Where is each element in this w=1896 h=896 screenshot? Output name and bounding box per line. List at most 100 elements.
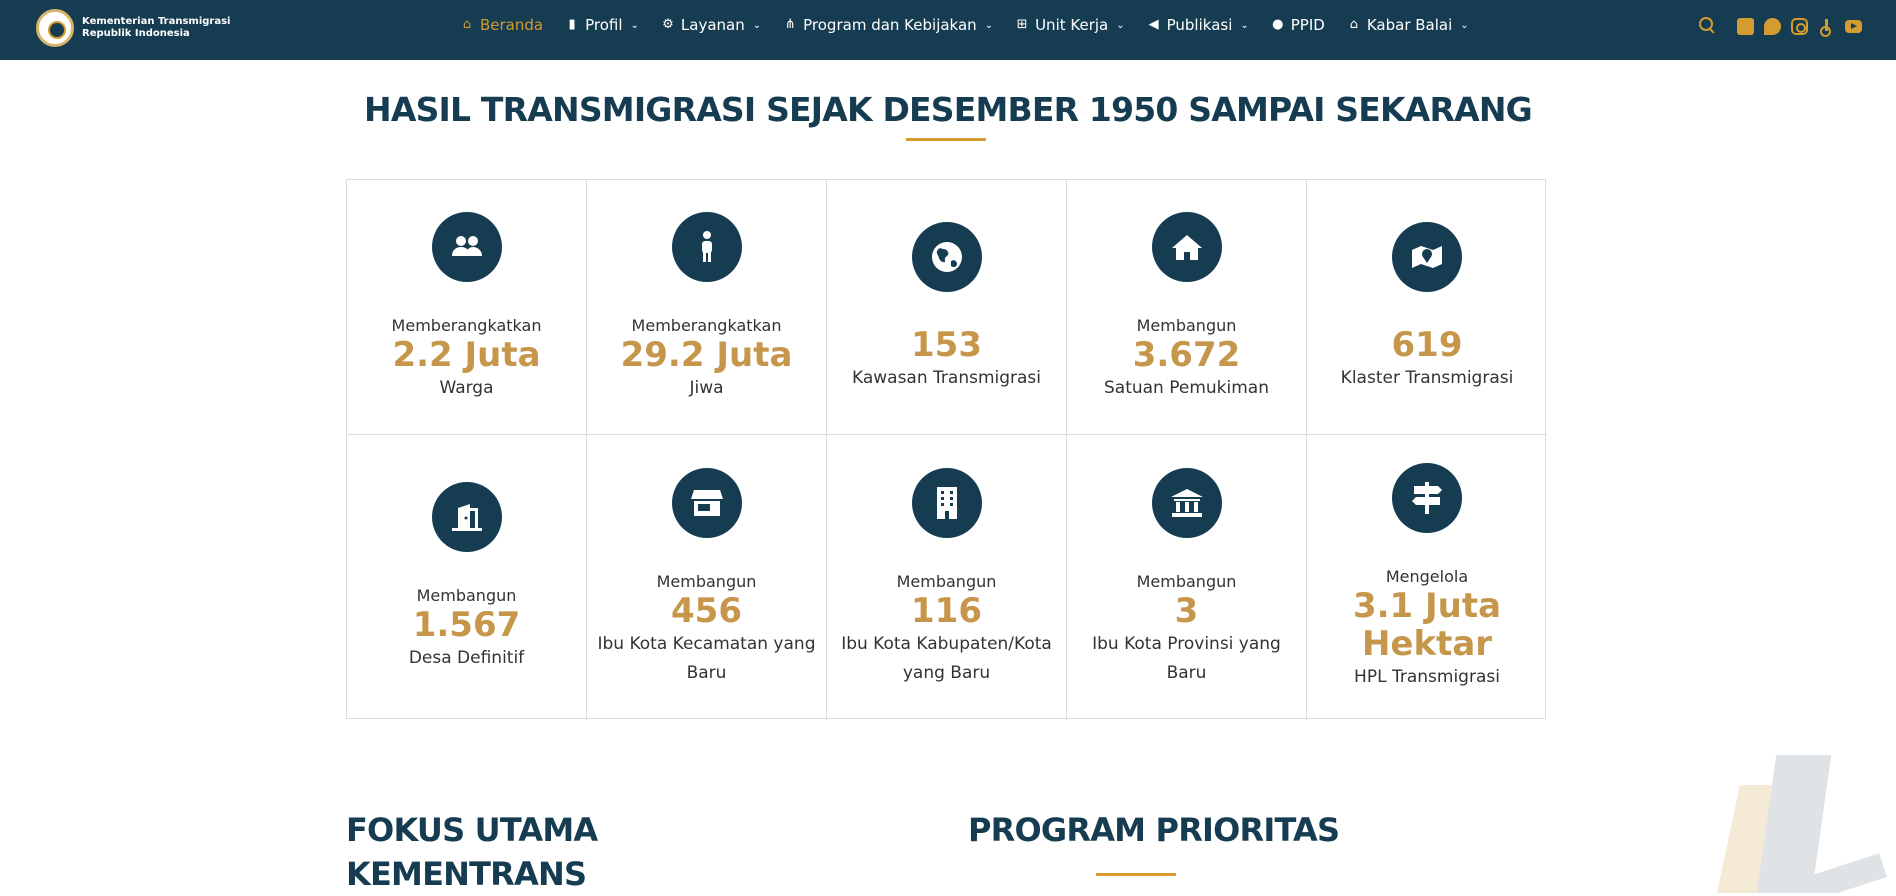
person-icon: [671, 211, 742, 282]
landmark-icon: [1151, 467, 1222, 538]
chevron-down-icon: ⌄: [630, 19, 639, 31]
stat-card: Membangun 1.567 Desa Definitif: [347, 435, 587, 720]
program-underline: [1096, 873, 1176, 876]
twitter-icon[interactable]: [1764, 18, 1781, 35]
stat-label: Jiwa: [689, 377, 724, 398]
store-icon: [671, 467, 742, 538]
nav-item-publikasi[interactable]: ◀ Publikasi ⌄: [1147, 16, 1249, 34]
youtube-icon[interactable]: [1845, 20, 1862, 33]
tiktok-icon[interactable]: [1818, 18, 1835, 37]
stat-card: 153 Kawasan Transmigrasi: [827, 180, 1067, 435]
stat-prefix: Membangun: [656, 571, 757, 591]
brand-line-2: Republik Indonesia: [82, 28, 190, 39]
stat-value: 3.1 Juta Hektar: [1352, 586, 1502, 664]
stat-value: 1.567: [412, 605, 521, 645]
stat-label: Warga: [439, 377, 494, 398]
stat-value: 619: [1391, 324, 1463, 365]
search-icon[interactable]: [1697, 15, 1717, 35]
stat-value: 3.672: [1132, 334, 1241, 375]
program-prioritas-heading: PROGRAM PRIORITAS: [968, 811, 1340, 849]
stat-prefix: Membangun: [1136, 315, 1237, 335]
nav-item-label: Program dan Kebijakan: [803, 16, 977, 34]
stat-label: Desa Definitif: [408, 648, 525, 668]
brand-name: Kementerian Transmigrasi Republik Indone…: [82, 16, 231, 40]
nav-item-program-kebijakan[interactable]: ⋔ Program dan Kebijakan ⌄: [783, 16, 993, 34]
network-icon: ⋔: [784, 17, 796, 32]
megaphone-icon: ◀: [1148, 17, 1159, 32]
ministry-logo-icon: [36, 9, 74, 47]
nav-item-unit-kerja[interactable]: ⊞ Unit Kerja ⌄: [1015, 16, 1125, 34]
nav-item-label: Publikasi: [1166, 16, 1233, 34]
top-navbar: Kementerian Transmigrasi Republik Indone…: [0, 0, 1896, 60]
stat-card: 619 Klaster Transmigrasi: [1307, 180, 1547, 435]
fokus-utama-heading: FOKUS UTAMA KEMENTRANS: [346, 808, 598, 896]
decorative-logo-watermark: [1690, 755, 1896, 893]
chevron-down-icon: ⌄: [752, 19, 762, 31]
stat-card: Memberangkatkan 29.2 Juta Jiwa: [587, 180, 827, 435]
stat-label: Ibu Kota Provinsi yang Baru: [1092, 633, 1281, 683]
stat-label: Ibu Kota Kabupaten/Kota yang Baru: [841, 633, 1052, 683]
nav-item-label: Unit Kerja: [1035, 16, 1109, 34]
stat-prefix: Membangun: [416, 586, 517, 605]
school-icon: ⌂: [1349, 17, 1358, 32]
stat-card: Membangun 3.672 Satuan Pemukiman: [1067, 180, 1307, 435]
stats-grid: Memberangkatkan 2.2 Juta Warga Memberang…: [346, 179, 1547, 720]
signpost-icon: [1392, 463, 1462, 533]
stat-prefix: Mengelola: [1385, 567, 1469, 586]
facebook-icon[interactable]: [1737, 18, 1754, 35]
nav-item-label: Beranda: [480, 16, 544, 34]
stat-card: Mengelola 3.1 Juta Hektar HPL Transmigra…: [1307, 435, 1547, 720]
fokus-line-2: KEMENTRANS: [346, 855, 587, 893]
stat-label: Satuan Pemukiman: [1103, 377, 1269, 398]
house-icon: [1151, 211, 1222, 282]
stat-label: Klaster Transmigrasi: [1340, 367, 1514, 388]
sitemap-icon: ⊞: [1016, 17, 1028, 32]
building-icon: ▮: [568, 17, 576, 32]
nav-item-label: Layanan: [680, 16, 745, 34]
brand-line-1: Kementerian Transmigrasi: [82, 16, 231, 27]
section-title: HASIL TRANSMIGRASI SEJAK DESEMBER 1950 S…: [364, 90, 1533, 129]
stat-card: Memberangkatkan 2.2 Juta Warga: [347, 180, 587, 435]
map-location-icon: [1392, 221, 1462, 292]
nav-item-label: Kabar Balai: [1366, 16, 1453, 34]
title-underline: [906, 138, 986, 141]
chevron-down-icon: ⌄: [1460, 19, 1469, 31]
stat-card: Membangun 456 Ibu Kota Kecamatan yang Ba…: [587, 435, 827, 720]
nav-item-kabar-balai[interactable]: ⌂ Kabar Balai ⌄: [1347, 16, 1469, 34]
nav-item-layanan[interactable]: ⚙ Layanan ⌄: [661, 16, 761, 34]
stat-prefix: Memberangkatkan: [391, 315, 542, 335]
stat-prefix: Membangun: [1136, 571, 1237, 591]
instagram-icon[interactable]: [1791, 18, 1808, 35]
door-open-icon: [431, 482, 502, 552]
nav-item-beranda[interactable]: ⌂ Beranda: [460, 16, 543, 34]
globe-icon: [911, 221, 982, 292]
stat-value: 29.2 Juta: [620, 334, 793, 375]
stat-prefix: Memberangkatkan: [631, 315, 782, 335]
stat-value: 3: [1174, 590, 1199, 631]
nav-item-ppid[interactable]: ● PPID: [1271, 16, 1325, 34]
user-gear-icon: ●: [1272, 17, 1284, 32]
stat-value: 456: [671, 590, 742, 631]
chevron-down-icon: ⌄: [1240, 19, 1249, 31]
social-links: [1737, 18, 1862, 37]
chevron-down-icon: ⌄: [1116, 19, 1125, 31]
users-icon: [431, 211, 502, 282]
stat-value: 2.2 Juta: [392, 334, 541, 375]
gear-icon: ⚙: [662, 17, 674, 32]
stat-value: 116: [911, 590, 982, 631]
nav-item-label: Profil: [585, 16, 623, 34]
brand-logo-link[interactable]: Kementerian Transmigrasi Republik Indone…: [36, 9, 231, 47]
nav-item-profil[interactable]: ▮ Profil ⌄: [565, 16, 639, 34]
stat-value: 153: [911, 324, 982, 365]
stat-label: Kawasan Transmigrasi: [851, 367, 1042, 388]
nav-item-label: PPID: [1290, 16, 1325, 34]
stat-card: Membangun 116 Ibu Kota Kabupaten/Kota ya…: [827, 435, 1067, 720]
stat-card: Membangun 3 Ibu Kota Provinsi yang Baru: [1067, 435, 1307, 720]
stat-label: Ibu Kota Kecamatan yang Baru: [597, 633, 816, 683]
main-menu: ⌂ Beranda ▮ Profil ⌄ ⚙ Layanan ⌄ ⋔ Progr…: [460, 16, 1491, 34]
stat-prefix: Membangun: [896, 571, 997, 591]
stat-label: HPL Transmigrasi: [1354, 667, 1500, 687]
fokus-line-1: FOKUS UTAMA: [346, 811, 598, 849]
office-building-icon: [911, 467, 982, 538]
chevron-down-icon: ⌄: [984, 19, 994, 31]
